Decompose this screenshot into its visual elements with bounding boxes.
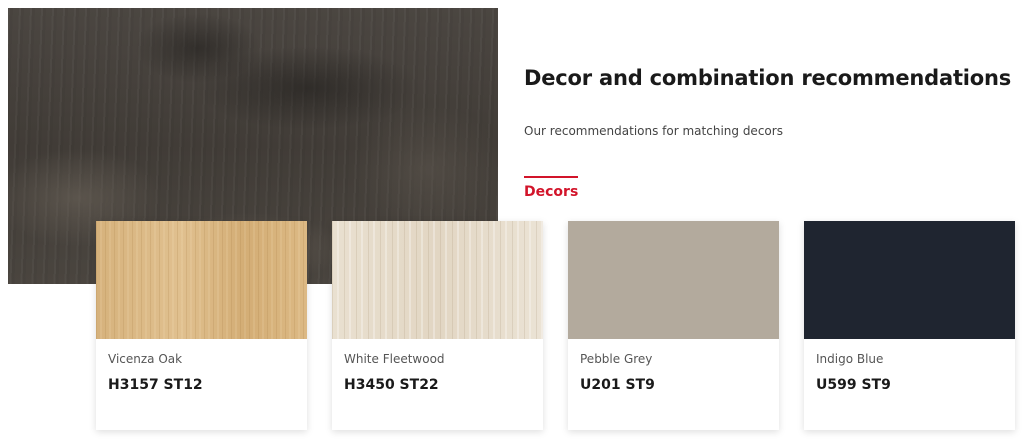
- decor-swatch-image: [332, 221, 543, 339]
- decor-code: H3157 ST12: [108, 377, 203, 393]
- section-subtitle: Our recommendations for matching decors: [524, 124, 783, 138]
- decor-card-vicenza-oak[interactable]: Vicenza Oak H3157 ST12: [96, 221, 307, 430]
- decor-name: White Fleetwood: [344, 352, 445, 366]
- decor-card-indigo-blue[interactable]: Indigo Blue U599 ST9: [804, 221, 1015, 430]
- decor-code: U201 ST9: [580, 377, 655, 393]
- decor-code: H3450 ST22: [344, 377, 439, 393]
- tab-decors[interactable]: Decors: [524, 176, 579, 200]
- decor-name: Vicenza Oak: [108, 352, 183, 366]
- decor-code: U599 ST9: [816, 377, 891, 393]
- decor-name: Pebble Grey: [580, 352, 653, 366]
- decor-card-pebble-grey[interactable]: Pebble Grey U201 ST9: [568, 221, 779, 430]
- decor-swatch-image: [568, 221, 779, 339]
- decor-name: Indigo Blue: [816, 352, 884, 366]
- decor-card-white-fleetwood[interactable]: White Fleetwood H3450 ST22: [332, 221, 543, 430]
- section-title: Decor and combination recommendations: [524, 66, 1012, 90]
- decor-swatch-image: [804, 221, 1015, 339]
- decor-swatch-image: [96, 221, 307, 339]
- decor-recommendations-section: Decor and combination recommendations Ou…: [0, 0, 1024, 440]
